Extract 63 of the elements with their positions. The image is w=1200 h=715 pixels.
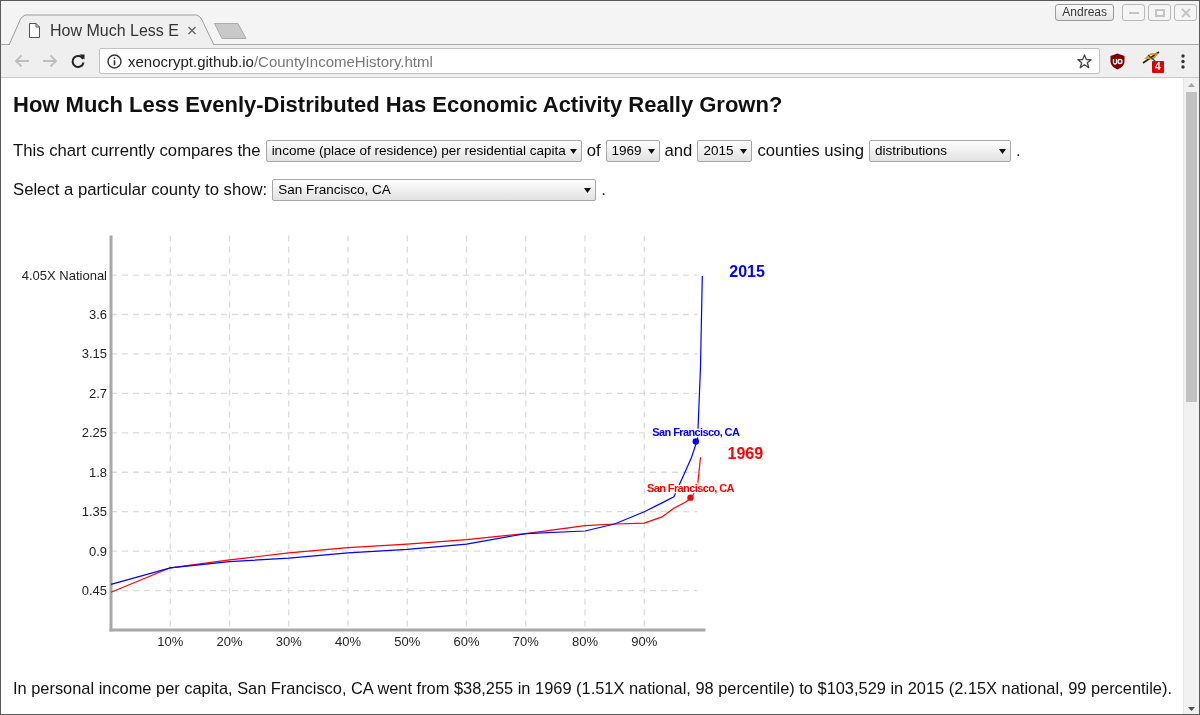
scroll-down-icon[interactable]: [1188, 707, 1195, 711]
series-label: 2015: [729, 263, 765, 281]
info-icon: [107, 53, 122, 69]
x-tick-label: 40%: [335, 633, 361, 649]
caret-icon: [584, 187, 592, 193]
caret-icon: [999, 148, 1007, 154]
sentence-text: counties using: [757, 140, 865, 162]
menu-icon[interactable]: [1181, 53, 1185, 69]
x-tick-label: 30%: [275, 633, 302, 649]
star-icon[interactable]: [1077, 53, 1092, 69]
sentence-text: and: [664, 140, 693, 162]
y-tick-label: 2.7: [88, 385, 107, 401]
new-tab-button[interactable]: [214, 23, 247, 39]
caret-icon: [569, 148, 577, 154]
sentence-text: .: [1016, 140, 1021, 162]
sentence-text: Select a particular county to show:: [13, 179, 268, 201]
scrollbar-thumb[interactable]: [1186, 92, 1197, 402]
y-tick-label: 4.05X National: [21, 267, 107, 283]
x-tick-label: 20%: [216, 633, 243, 649]
y-tick-label: 0.45: [81, 583, 107, 599]
y-tick-label: 3.6: [88, 307, 107, 322]
x-tick-label: 60%: [453, 633, 480, 649]
browser-tab[interactable]: How Much Less E: [8, 14, 215, 46]
profile-button[interactable]: Andreas: [1055, 4, 1114, 21]
series-label: 1969: [727, 444, 764, 462]
close-icon: [1180, 7, 1191, 18]
page-icon: [29, 23, 40, 38]
y-tick-label: 1.35: [81, 504, 107, 520]
dropdown[interactable]: San Francisco, CA: [272, 179, 597, 201]
x-tick-label: 10%: [157, 633, 184, 649]
x-tick-label: 80%: [572, 633, 598, 649]
maximize-icon: [1154, 8, 1165, 17]
caret-icon: [647, 148, 655, 154]
dropdown[interactable]: distributions: [869, 140, 1012, 162]
close-icon[interactable]: [187, 26, 197, 35]
dropdown[interactable]: income (place of residence) per residential capita: [265, 140, 582, 162]
dropdown[interactable]: 2015: [697, 140, 753, 162]
shield-icon[interactable]: [1110, 52, 1125, 70]
sentence-text: This chart currently compares the: [13, 140, 261, 162]
x-tick-label: 70%: [512, 633, 539, 649]
sentence-text: of: [586, 140, 601, 162]
dropdown[interactable]: 1969: [605, 140, 660, 162]
caret-icon: [740, 148, 748, 154]
x-tick-label: 50%: [394, 633, 421, 649]
scroll-up-icon[interactable]: [1188, 83, 1195, 87]
url-text: xenocrypt.github.io/CountyIncomeHistory.html: [128, 52, 433, 70]
minimize-button[interactable]: [1122, 4, 1145, 21]
y-tick-label: 3.15: [81, 346, 107, 362]
x-tick-label: 90%: [631, 633, 658, 649]
back-icon[interactable]: [14, 54, 30, 68]
forward-icon[interactable]: [42, 54, 58, 68]
address-bar[interactable]: xenocrypt.github.io/CountyIncomeHistory.html: [99, 48, 1100, 74]
sentence-text: .: [601, 179, 606, 201]
reload-icon[interactable]: [70, 53, 86, 69]
page-title: How Much Less Evenly-Distributed Has Economic Activity Really Grown?: [13, 91, 784, 119]
minimize-icon: [1128, 11, 1139, 14]
y-tick-label: 1.8: [88, 464, 107, 480]
summary-text: In personal income per capita, San Francisco, CA went from $38,255 in 1969 (1.51X national, 98 percentile) to $103,529 in 2015 (2.15X national, 99 percentile).: [13, 678, 1171, 698]
close-button[interactable]: [1174, 4, 1197, 21]
y-tick-label: 2.25: [81, 425, 107, 441]
y-tick-label: 0.9: [88, 543, 107, 559]
maximize-button[interactable]: [1148, 4, 1171, 21]
notification-badge: 4: [1152, 61, 1164, 73]
